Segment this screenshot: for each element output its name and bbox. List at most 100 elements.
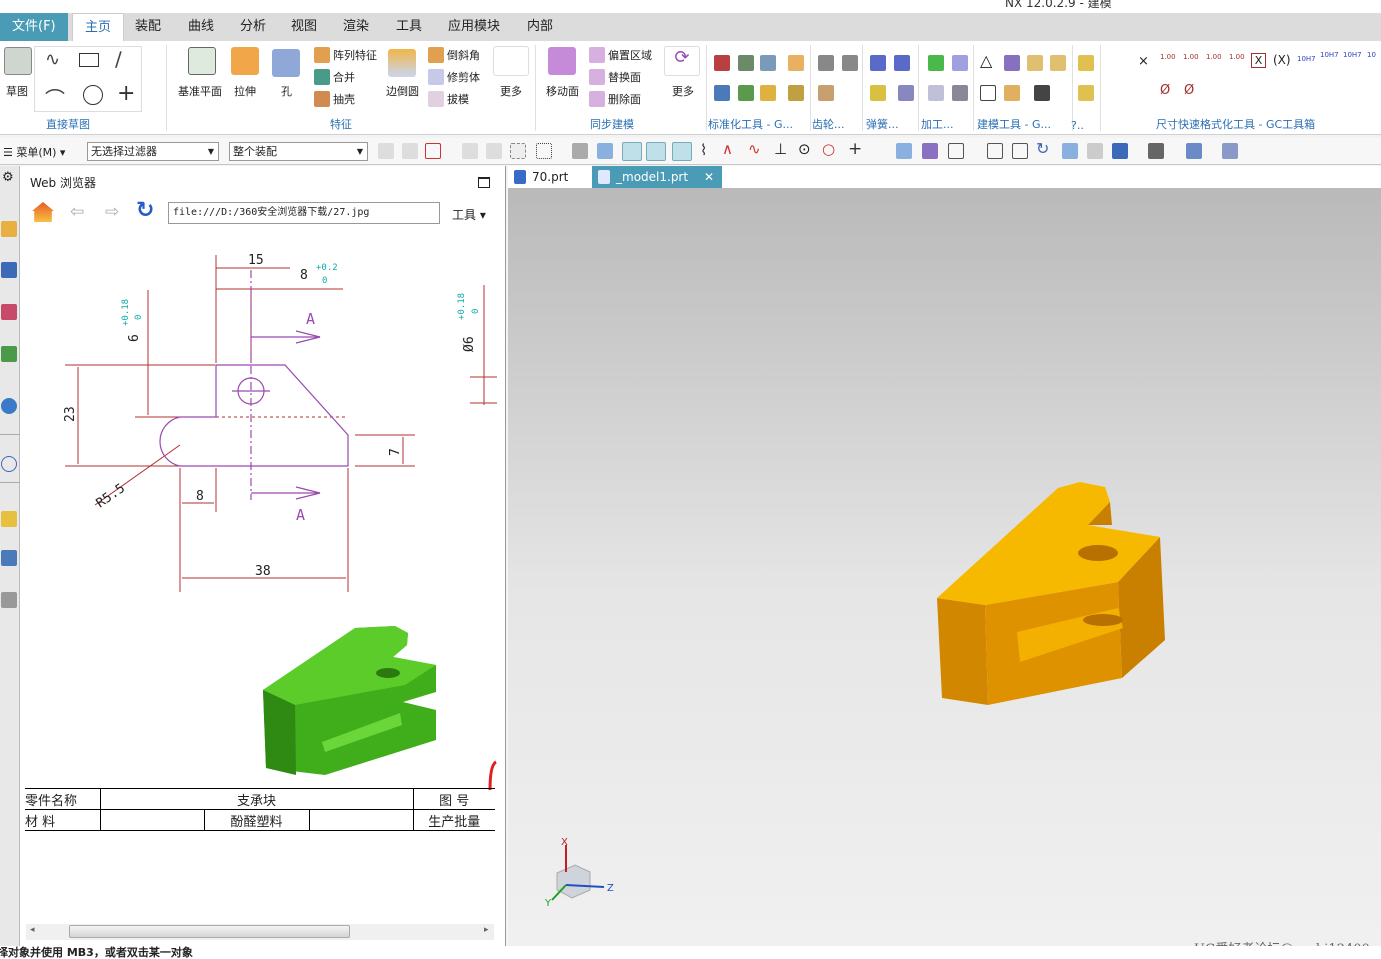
feature-more-button[interactable]: 更多 <box>500 83 522 99</box>
box-icon[interactable] <box>1078 55 1094 71</box>
tab-applications[interactable]: 应用模块 <box>436 13 512 41</box>
perpendicular-icon[interactable]: ⊥ <box>774 140 787 158</box>
box-icon[interactable] <box>1078 85 1094 101</box>
selection-scope-dropdown[interactable]: 整个装配 <box>229 142 368 161</box>
tab-internal[interactable]: 内部 <box>515 13 565 41</box>
fit-format-button[interactable]: 10H7 <box>1297 55 1316 63</box>
menu-button[interactable]: ☰ 菜单(M) ▾ <box>3 144 65 160</box>
snap-icon[interactable] <box>462 143 478 159</box>
view-icon[interactable] <box>896 143 912 159</box>
scrollbar-thumb[interactable] <box>69 925 350 938</box>
tab-home[interactable]: 主页 <box>72 13 125 41</box>
move-face-icon[interactable] <box>548 47 576 75</box>
gear-tool-icon[interactable] <box>818 85 834 101</box>
view-icon[interactable] <box>948 143 964 159</box>
quadrant-icon[interactable]: ○ <box>822 140 835 158</box>
spring-icon[interactable] <box>894 55 910 71</box>
fit-format-button[interactable]: 10H7 <box>1320 51 1339 59</box>
machining-icon[interactable] <box>952 85 968 101</box>
tools-menu-button[interactable]: 工具 ▾ <box>452 206 486 223</box>
datum-plane-icon[interactable] <box>188 47 216 75</box>
delete-face-button[interactable]: 删除面 <box>608 91 641 107</box>
pan-icon[interactable] <box>1062 143 1078 159</box>
palette-icon[interactable] <box>1 511 17 527</box>
sync-more-icon[interactable]: ⟳ <box>664 46 700 76</box>
snap-icon[interactable] <box>378 143 394 159</box>
refresh-icon[interactable]: ↻ <box>136 198 154 223</box>
roles-icon[interactable] <box>1 550 17 566</box>
sketch-button[interactable]: 草图 <box>6 83 28 99</box>
constraint-navigator-icon[interactable] <box>1 262 17 278</box>
edge-blend-icon[interactable] <box>388 49 416 77</box>
selection-filter-dropdown[interactable]: 无选择过滤器 <box>87 142 219 161</box>
snap-toggle-icon[interactable] <box>646 142 666 161</box>
spring-icon[interactable] <box>870 85 886 101</box>
sketch-curve-gallery[interactable]: ∿ ∕ ⌒ + <box>34 46 142 112</box>
rotate-icon[interactable]: ↻ <box>1036 139 1049 158</box>
unite-button[interactable]: 合并 <box>333 69 355 85</box>
brush-icon[interactable] <box>1004 85 1020 101</box>
tab-file[interactable]: 文件(F) <box>0 13 68 41</box>
view-icon[interactable] <box>922 143 938 159</box>
horizontal-scrollbar[interactable]: ◂ ▸ <box>26 924 494 940</box>
sync-more-button[interactable]: 更多 <box>672 83 694 99</box>
extrude-button[interactable]: 拉伸 <box>234 83 256 99</box>
view-icon[interactable] <box>572 143 588 159</box>
std-tool-icon[interactable] <box>738 55 754 71</box>
tolerance-format-button[interactable]: 1.00 <box>1183 53 1199 61</box>
curve-snap-icon[interactable]: ⌇ <box>700 141 707 159</box>
modeling-tool-icon[interactable] <box>1027 55 1043 71</box>
settings-icon[interactable]: ⚙ <box>2 170 14 185</box>
machining-icon[interactable] <box>928 55 944 71</box>
diameter-icon[interactable]: Ø <box>1184 83 1194 98</box>
std-tool-icon[interactable] <box>738 85 754 101</box>
move-face-button[interactable]: 移动面 <box>546 83 579 99</box>
tab-tools[interactable]: 工具 <box>384 13 434 41</box>
zoom-icon[interactable] <box>1012 143 1028 159</box>
clear-format-icon[interactable]: × <box>1138 54 1149 69</box>
shell-button[interactable]: 抽壳 <box>333 91 355 107</box>
layout-icon[interactable] <box>1112 143 1128 159</box>
tab-render[interactable]: 渲染 <box>331 13 381 41</box>
table-icon[interactable] <box>1004 55 1020 71</box>
tab-analysis[interactable]: 分析 <box>228 13 278 41</box>
extrude-icon[interactable] <box>231 47 259 75</box>
reuse-library-icon[interactable] <box>1 346 17 362</box>
url-input[interactable]: file:///D:/360安全浏览器下载/27.jpg <box>168 202 440 224</box>
edge-blend-button[interactable]: 边倒圆 <box>386 83 419 99</box>
snap-toggle-icon[interactable] <box>672 142 692 161</box>
assembly-navigator-icon[interactable] <box>1 221 17 237</box>
gear-tool-icon[interactable] <box>842 55 858 71</box>
gear-tool-icon[interactable] <box>818 55 834 71</box>
tab-view[interactable]: 视图 <box>279 13 329 41</box>
sketch-icon[interactable] <box>4 47 32 75</box>
intersection-icon[interactable]: + <box>848 139 862 159</box>
std-tool-icon[interactable] <box>760 85 776 101</box>
tolerance-format-button[interactable]: 1.00 <box>1206 53 1222 61</box>
modeling-tool-icon[interactable] <box>1050 55 1066 71</box>
tools-icon[interactable] <box>1 592 17 608</box>
center-snap-icon[interactable]: ⊙ <box>798 140 811 158</box>
filter-icon[interactable] <box>425 143 441 159</box>
datum-plane-button[interactable]: 基准平面 <box>178 83 222 99</box>
std-tool-icon[interactable] <box>714 85 730 101</box>
diameter-icon[interactable]: Ø <box>1160 83 1170 98</box>
point-snap-icon[interactable]: ∧ <box>722 140 733 158</box>
tolerance-format-button[interactable]: 1.00 <box>1160 53 1176 61</box>
back-icon[interactable]: ⇦ <box>70 202 84 222</box>
spring-icon[interactable] <box>898 85 914 101</box>
hole-button[interactable]: 孔 <box>281 83 292 99</box>
std-tool-icon[interactable] <box>788 55 804 71</box>
offset-region-button[interactable]: 偏置区域 <box>608 47 652 63</box>
history-icon[interactable] <box>1 456 17 472</box>
snap-icon[interactable] <box>402 143 418 159</box>
pattern-feature-button[interactable]: 阵列特征 <box>333 47 377 63</box>
orient-view-icon[interactable] <box>1186 143 1202 159</box>
snap-toggle-icon[interactable] <box>622 142 642 161</box>
graphics-window[interactable]: 70.prt _model1.prt✕ X Z Y UG爱好者论坛@yuzhi1… <box>508 166 1381 957</box>
show-hide-icon[interactable] <box>1222 143 1238 159</box>
fit-format-button[interactable]: 10 <box>1367 51 1376 59</box>
binoculars-icon[interactable] <box>1034 85 1050 101</box>
tolerance-format-button[interactable]: 1.00 <box>1229 53 1245 61</box>
reference-dim-icon[interactable]: (X) <box>1273 53 1291 67</box>
